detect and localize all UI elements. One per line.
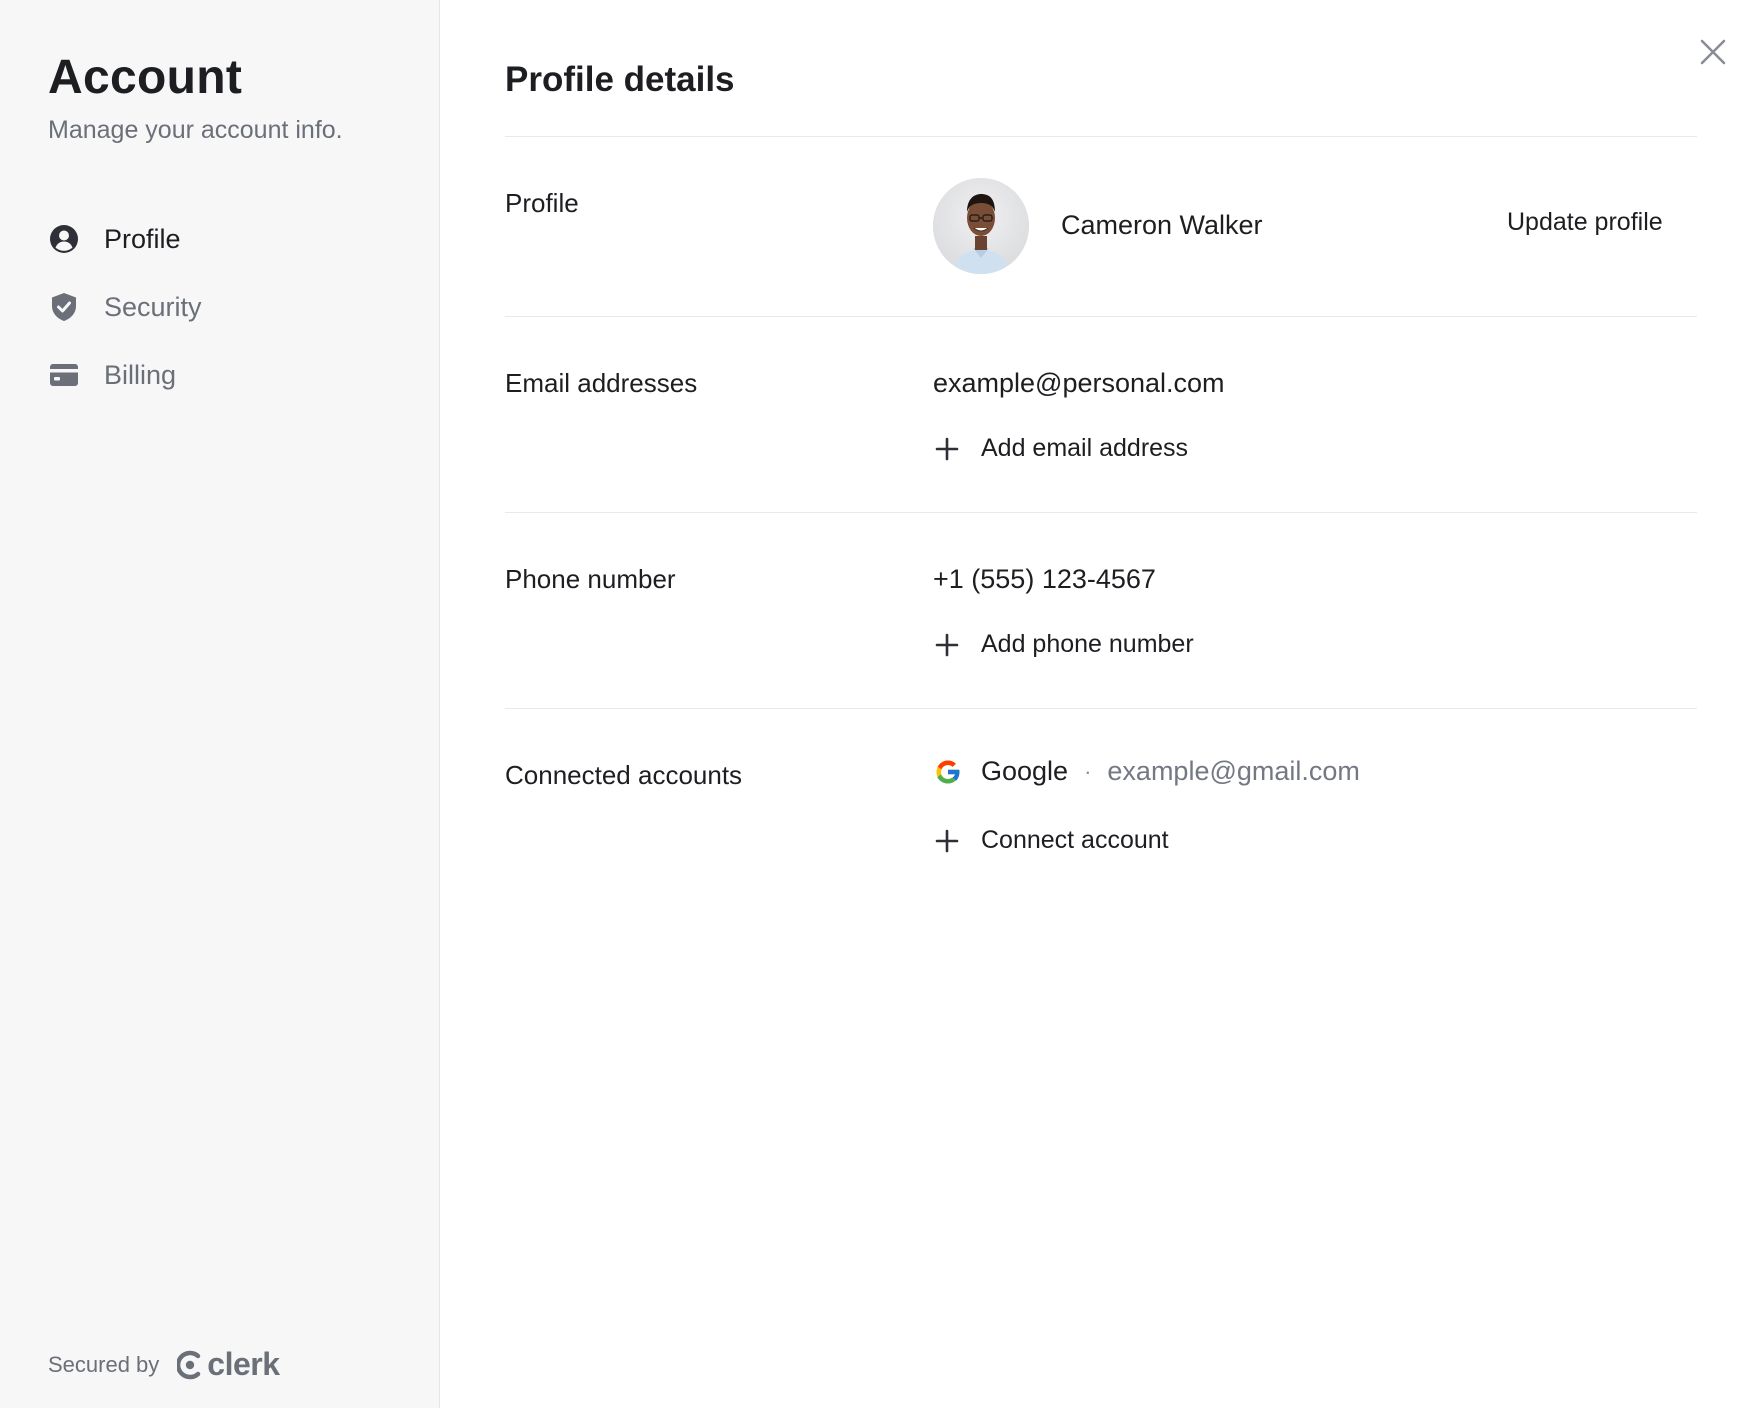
close-icon: [1700, 39, 1726, 65]
clerk-wordmark: clerk: [207, 1346, 280, 1382]
sidebar-subtitle: Manage your account info.: [48, 116, 343, 144]
credit-card-icon: [48, 359, 80, 391]
phone-value: +1 (555) 123-4567: [933, 564, 1156, 594]
sidebar-item-label: Security: [104, 291, 202, 322]
email-section-label: Email addresses: [505, 368, 698, 398]
clerk-logo[interactable]: clerk: [177, 1346, 280, 1383]
main-panel: Profile details Profile Cameron Walker U…: [441, 0, 1760, 1408]
sidebar-title: Account: [48, 51, 243, 104]
secured-by-footer: Secured by clerk: [48, 1346, 280, 1383]
plus-icon: [933, 827, 961, 855]
sidebar-item-label: Billing: [104, 359, 177, 390]
separator: ·: [1084, 758, 1092, 784]
divider: [505, 136, 1697, 137]
google-icon: [936, 760, 961, 783]
profile-name: Cameron Walker: [1061, 210, 1263, 240]
avatar-photo: [933, 178, 1029, 274]
update-profile-button[interactable]: Update profile: [1507, 208, 1663, 237]
account-modal: Account Manage your account info. Profil…: [0, 0, 1760, 1408]
profile-section-label: Profile: [505, 188, 579, 218]
clerk-logo-icon: [177, 1350, 201, 1379]
plus-icon: [933, 435, 961, 463]
user-circle-icon: [48, 223, 80, 255]
connect-account-label: Connect account: [981, 826, 1169, 854]
plus-icon: [933, 631, 961, 659]
sidebar: Account Manage your account info. Profil…: [0, 0, 440, 1408]
add-email-button[interactable]: Add email address: [933, 434, 1188, 463]
sidebar-nav: Profile Security Billing: [48, 205, 202, 409]
secured-by-text: Secured by: [48, 1351, 160, 1377]
sidebar-item-billing[interactable]: Billing: [48, 341, 202, 409]
sidebar-item-profile[interactable]: Profile: [48, 205, 202, 273]
phone-section-label: Phone number: [505, 564, 676, 594]
add-phone-label: Add phone number: [981, 630, 1194, 658]
sidebar-item-label: Profile: [104, 223, 181, 254]
add-email-label: Add email address: [981, 434, 1189, 462]
connected-account-google[interactable]: Google · example@gmail.com: [933, 756, 1360, 787]
divider: [505, 708, 1697, 709]
add-phone-button[interactable]: Add phone number: [933, 630, 1194, 659]
provider-email: example@gmail.com: [1107, 756, 1360, 786]
sidebar-item-security[interactable]: Security: [48, 273, 202, 341]
avatar: [933, 178, 1029, 274]
email-value: example@personal.com: [933, 368, 1225, 398]
close-button[interactable]: [1695, 34, 1731, 70]
divider: [505, 512, 1697, 513]
divider: [505, 316, 1697, 317]
provider-name: Google: [981, 756, 1069, 786]
connected-accounts-label: Connected accounts: [505, 760, 743, 790]
shield-check-icon: [48, 291, 80, 323]
page-title: Profile details: [505, 60, 735, 99]
connect-account-button[interactable]: Connect account: [933, 826, 1169, 855]
